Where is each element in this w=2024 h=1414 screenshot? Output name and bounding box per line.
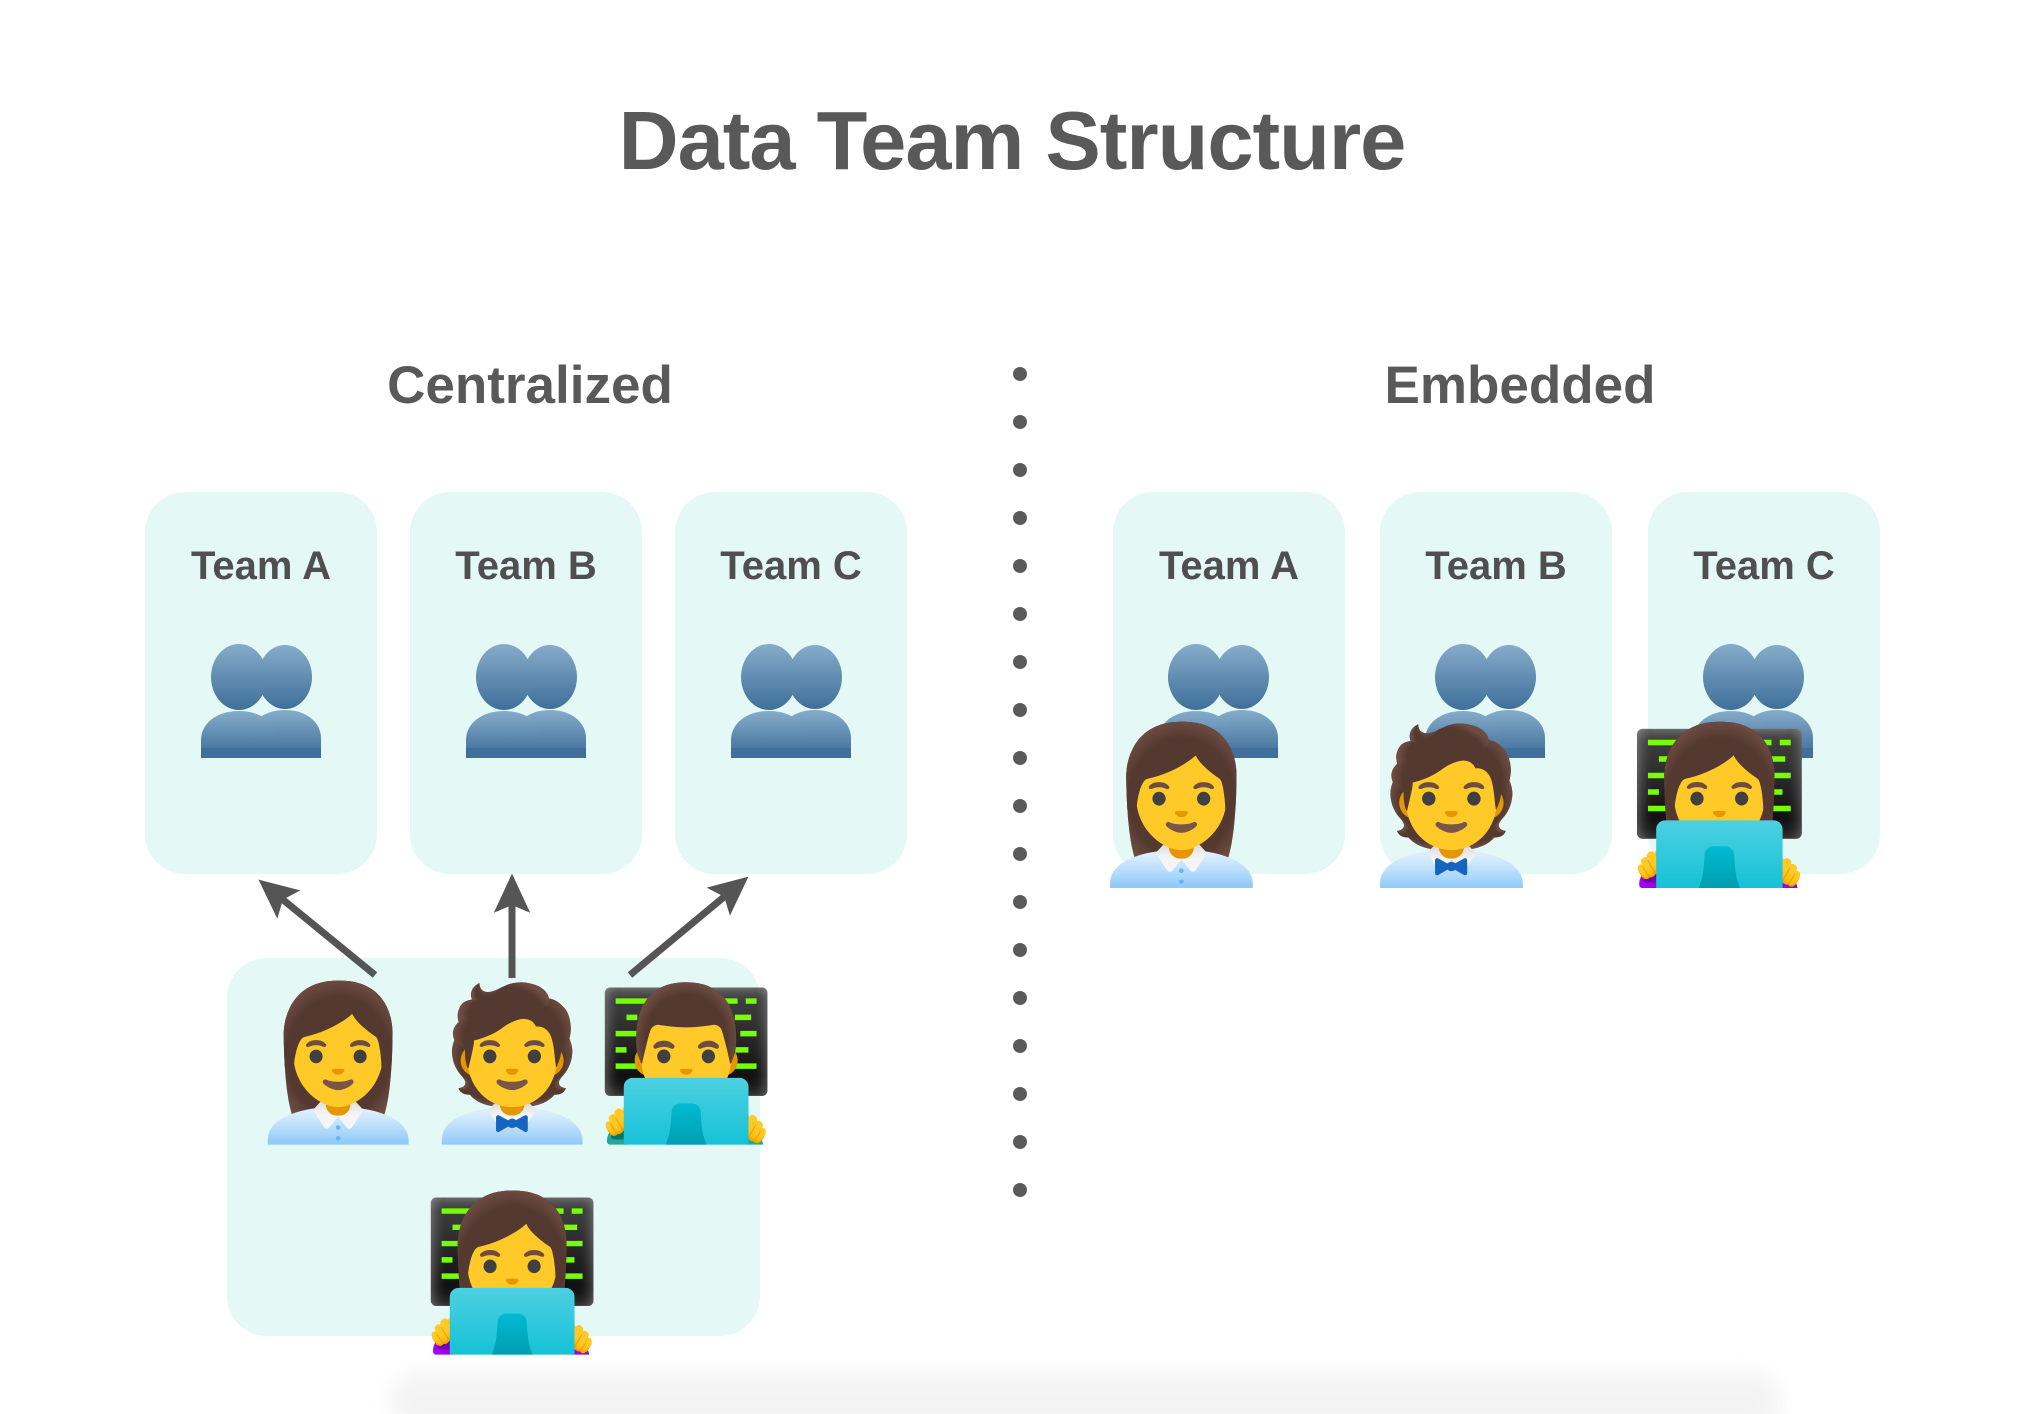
team-card-centralized-a[interactable]: Team A — [145, 492, 377, 874]
divider-dot — [1013, 991, 1027, 1005]
team-label: Team C — [1693, 544, 1835, 588]
embedded-person-team-a: 👩‍💼 — [1088, 721, 1275, 889]
divider-dot — [1013, 1039, 1027, 1053]
slide-bottom-edge — [390, 1372, 1780, 1414]
divider-dot — [1013, 943, 1027, 957]
divider-dot — [1013, 847, 1027, 861]
busts-in-silhouette-icon — [446, 644, 606, 764]
divider-dot — [1013, 367, 1027, 381]
team-label: Team A — [190, 544, 332, 588]
column-heading-centralized: Centralized — [387, 356, 673, 415]
divider-dot — [1013, 1135, 1027, 1149]
divider-dot — [1013, 655, 1027, 669]
team-label: Team C — [720, 544, 862, 588]
team-label: Team B — [1425, 544, 1567, 588]
embedded-person-team-b: 🧑‍💼 — [1358, 721, 1545, 889]
team-label: Team B — [455, 544, 597, 588]
divider-dot — [1013, 751, 1027, 765]
team-card-centralized-b[interactable]: Team B — [410, 492, 642, 874]
column-heading-embedded: Embedded — [1384, 356, 1656, 415]
column-divider — [1013, 367, 1027, 1197]
page-title: Data Team Structure — [618, 94, 1407, 187]
busts-in-silhouette-icon — [181, 644, 341, 764]
slide-canvas: Data Team Structure Centralized Embedded… — [0, 0, 2024, 1414]
divider-dot — [1013, 895, 1027, 909]
divider-dot — [1013, 559, 1027, 573]
embedded-person-team-c: 👩‍💻 — [1626, 721, 1813, 889]
divider-dot — [1013, 511, 1027, 525]
divider-dot — [1013, 1087, 1027, 1101]
divider-dot — [1013, 1183, 1027, 1197]
divider-dot — [1013, 607, 1027, 621]
pool-member-4: 👩‍💻 — [420, 1191, 605, 1356]
team-card-centralized-c[interactable]: Team C — [675, 492, 907, 874]
busts-in-silhouette-icon — [711, 644, 871, 764]
divider-dot — [1013, 463, 1027, 477]
pool-member-1: 👩‍💼 — [246, 981, 431, 1146]
divider-dot — [1013, 703, 1027, 717]
divider-dot — [1013, 799, 1027, 813]
team-label: Team A — [1158, 544, 1300, 588]
divider-dot — [1013, 415, 1027, 429]
pool-member-2: 🧑‍💼 — [420, 981, 605, 1146]
pool-member-3: 👨‍💻 — [594, 981, 779, 1146]
